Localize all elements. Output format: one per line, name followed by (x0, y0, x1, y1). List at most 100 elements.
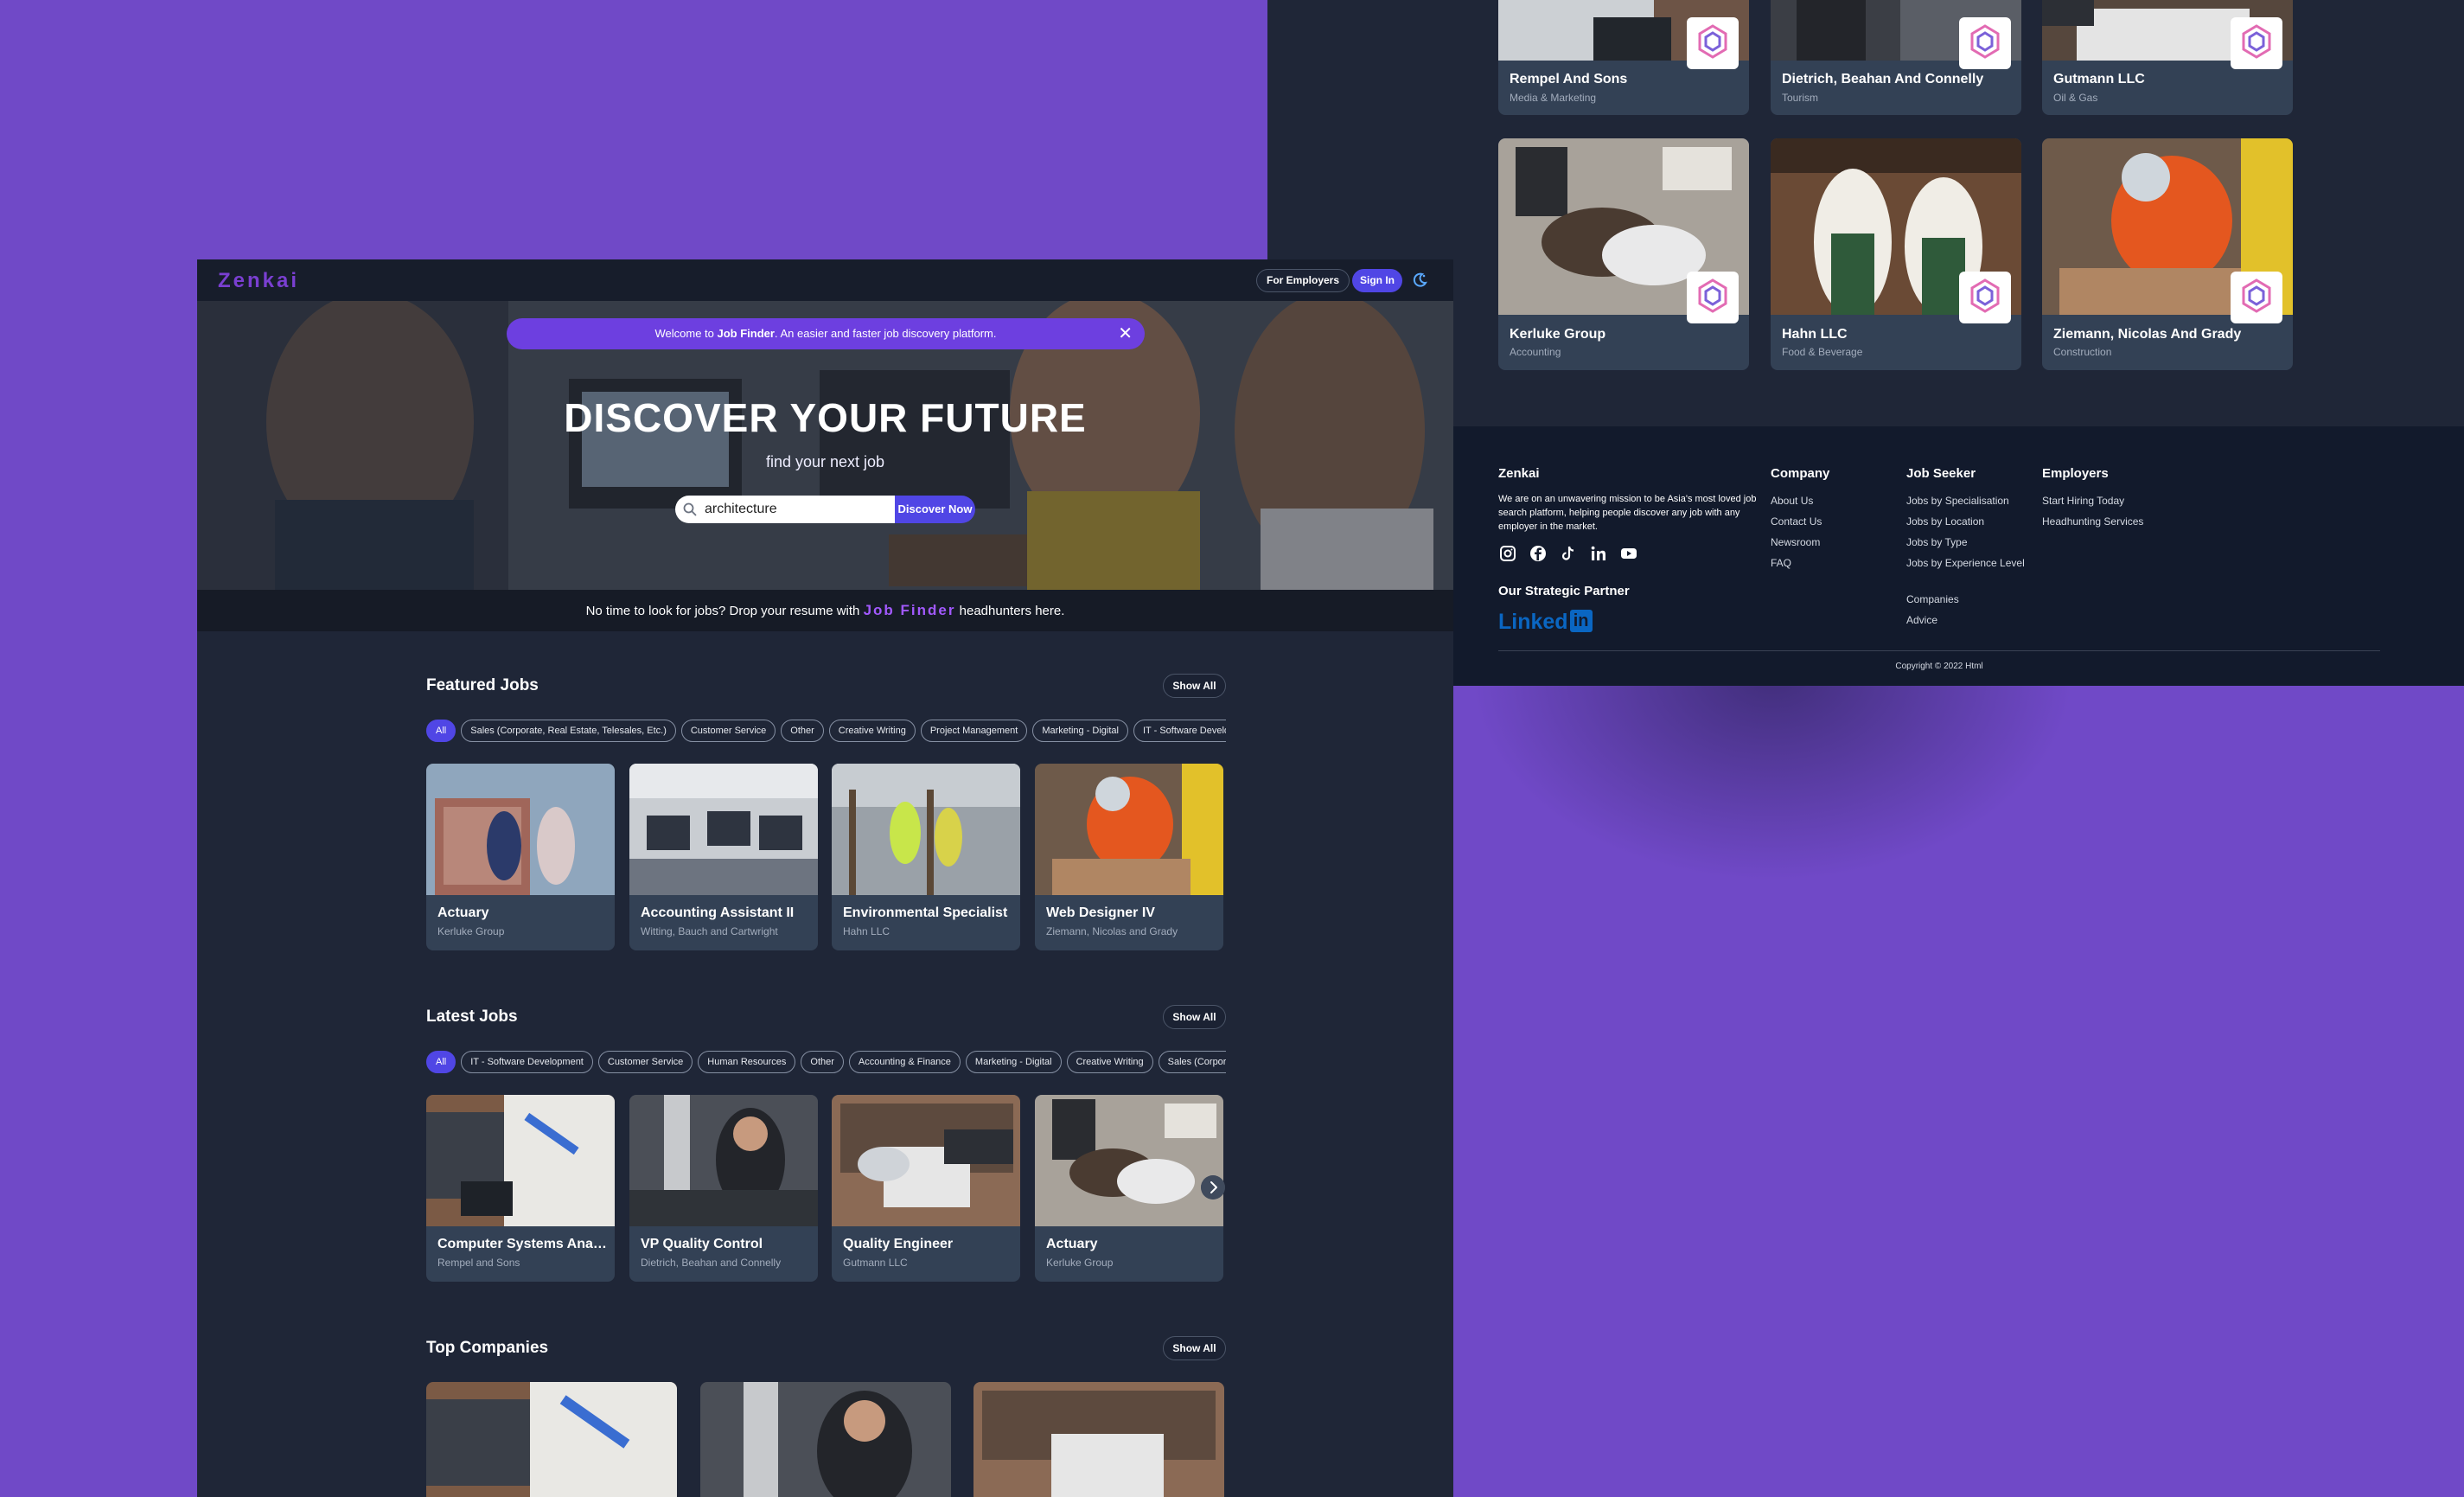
job-company: Dietrich, Beahan and Connelly (641, 1257, 782, 1269)
company-card[interactable]: Ziemann, Nicolas And Grady Construction (2042, 138, 2293, 370)
banner-text: Welcome to (654, 327, 718, 340)
latest-jobs-title: Latest Jobs (426, 1008, 518, 1026)
job-card[interactable]: Web Designer IV Ziemann, Nicolas and Gra… (1035, 764, 1223, 950)
footer-divider (1498, 650, 2380, 651)
logo[interactable]: Zenkai (218, 269, 299, 293)
for-employers-button[interactable]: For Employers (1256, 269, 1350, 292)
job-card[interactable]: Actuary Kerluke Group (426, 764, 615, 950)
company-card[interactable]: Gutmann LLC Oil & Gas (2042, 0, 2293, 115)
company-logo-icon (2242, 24, 2271, 59)
job-company: Gutmann LLC (843, 1257, 908, 1269)
facebook-icon[interactable] (1529, 544, 1548, 563)
company-card[interactable]: Rempel And Sons Media & Marketing (1498, 0, 1749, 115)
company-card[interactable]: Hahn LLC Food & Beverage (1771, 138, 2021, 370)
job-card[interactable]: Environmental Specialist Hahn LLC (832, 764, 1020, 950)
chip-it-software[interactable]: IT - Software Development (1133, 720, 1226, 742)
instagram-icon[interactable] (1498, 544, 1517, 563)
chip-customer-service[interactable]: Customer Service (680, 720, 776, 742)
job-title: Accounting Assistant II (641, 905, 795, 920)
company-logo-badge (2231, 272, 2282, 323)
linkedin-icon[interactable] (1589, 544, 1608, 563)
job-title: Actuary (437, 905, 489, 920)
footer-link-faq[interactable]: FAQ (1771, 555, 1791, 571)
footer-link-headhunting[interactable]: Headhunting Services (2042, 514, 2143, 529)
sign-in-button[interactable]: Sign In (1352, 269, 1402, 292)
company-logo-icon (1698, 278, 1727, 313)
footer-link-companies[interactable]: Companies (1906, 592, 1959, 607)
job-card[interactable]: Computer Systems Analyst Rempel and Sons (426, 1095, 615, 1282)
job-company: Ziemann, Nicolas and Grady (1046, 925, 1178, 937)
footer-link-type[interactable]: Jobs by Type (1906, 534, 1968, 550)
discover-now-button[interactable]: Discover Now (895, 496, 975, 523)
company-logo-badge (2231, 17, 2282, 69)
chip-accounting-finance[interactable]: Accounting & Finance (848, 1051, 961, 1073)
chip-creative-writing[interactable]: Creative Writing (828, 720, 916, 742)
job-photo (832, 764, 1020, 895)
job-title: Environmental Specialist (843, 905, 1008, 920)
company-industry: Accounting (1510, 346, 1561, 358)
footer-link-specialisation[interactable]: Jobs by Specialisation (1906, 493, 2009, 509)
chip-sales[interactable]: Sales (Corporate, Real Estate, Telesales… (461, 720, 676, 742)
footer-link-start-hiring[interactable]: Start Hiring Today (2042, 493, 2124, 509)
chip-all[interactable]: All (426, 1051, 456, 1073)
company-card[interactable]: Kerluke Group Accounting (1498, 138, 1749, 370)
job-photo (426, 1095, 615, 1226)
tiktok-icon[interactable] (1559, 544, 1578, 563)
linkedin-partner-logo[interactable]: Linked in (1498, 610, 1593, 636)
resume-text-end: headhunters here. (955, 604, 1065, 618)
company-card[interactable] (973, 1382, 1224, 1497)
footer-link-location[interactable]: Jobs by Location (1906, 514, 1984, 529)
search-input[interactable] (705, 499, 886, 520)
youtube-icon[interactable] (1619, 544, 1638, 563)
company-logo-badge (1959, 272, 2011, 323)
company-name: Kerluke Group (1510, 327, 1606, 342)
welcome-banner: Welcome to Job Finder. An easier and fas… (507, 318, 1145, 349)
chip-other[interactable]: Other (781, 720, 824, 742)
company-card[interactable]: Dietrich, Beahan And Connelly Tourism (1771, 0, 2021, 115)
top-companies-show-all-button[interactable]: Show All (1163, 1336, 1226, 1360)
home-page-screen: Zenkai For Employers Sign In Welcome to … (197, 259, 1453, 1497)
job-card[interactable]: Actuary Kerluke Group (1035, 1095, 1223, 1282)
footer-link-contact[interactable]: Contact Us (1771, 514, 1822, 529)
chip-sales[interactable]: Sales (Corporate, Real Estate, Telesales… (1158, 1051, 1226, 1073)
close-icon[interactable]: ✕ (1118, 318, 1133, 349)
chip-marketing-digital[interactable]: Marketing - Digital (1032, 720, 1128, 742)
company-card[interactable] (426, 1382, 677, 1497)
chevron-right-icon[interactable] (1201, 1175, 1225, 1200)
search-icon (683, 502, 697, 516)
footer-link-about[interactable]: About Us (1771, 493, 1813, 509)
footer-job-seeker-title: Job Seeker (1906, 466, 1976, 481)
footer-mission: We are on an unwavering mission to be As… (1498, 494, 1757, 532)
chip-marketing-digital[interactable]: Marketing - Digital (965, 1051, 1062, 1073)
footer-link-experience[interactable]: Jobs by Experience Level (1906, 555, 2027, 571)
featured-filter-chips: All Sales (Corporate, Real Estate, Telesa… (426, 720, 1226, 742)
footer-company-title: Company (1771, 466, 1830, 481)
theme-toggle-icon[interactable] (1411, 272, 1428, 289)
strategic-partner-title: Our Strategic Partner (1498, 584, 1630, 598)
featured-show-all-button[interactable]: Show All (1163, 674, 1226, 698)
footer: Zenkai We are on an unwavering mission t… (1453, 426, 2464, 686)
job-card[interactable]: Accounting Assistant II Witting, Bauch a… (629, 764, 818, 950)
company-industry: Oil & Gas (2053, 92, 2098, 104)
company-logo-icon (1970, 278, 2000, 313)
chip-customer-service[interactable]: Customer Service (597, 1051, 693, 1073)
company-card[interactable] (700, 1382, 951, 1497)
latest-jobs-list: Computer Systems Analyst Rempel and Sons… (426, 1095, 1226, 1285)
chip-other[interactable]: Other (801, 1051, 844, 1073)
chip-project-management[interactable]: Project Management (920, 720, 1028, 742)
job-company: Hahn LLC (843, 925, 890, 937)
chip-all[interactable]: All (426, 720, 456, 742)
job-photo (1035, 1095, 1223, 1226)
chip-it-software[interactable]: IT - Software Development (461, 1051, 593, 1073)
job-card[interactable]: Quality Engineer Gutmann LLC (832, 1095, 1020, 1282)
latest-show-all-button[interactable]: Show All (1163, 1005, 1226, 1029)
chip-human-resources[interactable]: Human Resources (698, 1051, 796, 1073)
chip-creative-writing[interactable]: Creative Writing (1066, 1051, 1153, 1073)
job-card[interactable]: VP Quality Control Dietrich, Beahan and … (629, 1095, 818, 1282)
resume-brand[interactable]: Job Finder (864, 602, 956, 618)
job-photo (832, 1095, 1020, 1226)
footer-link-newsroom[interactable]: Newsroom (1771, 534, 1820, 550)
footer-link-advice[interactable]: Advice (1906, 612, 1937, 628)
company-logo-icon (1698, 24, 1727, 59)
resume-cta-bar[interactable]: No time to look for jobs? Drop your resu… (197, 590, 1453, 631)
